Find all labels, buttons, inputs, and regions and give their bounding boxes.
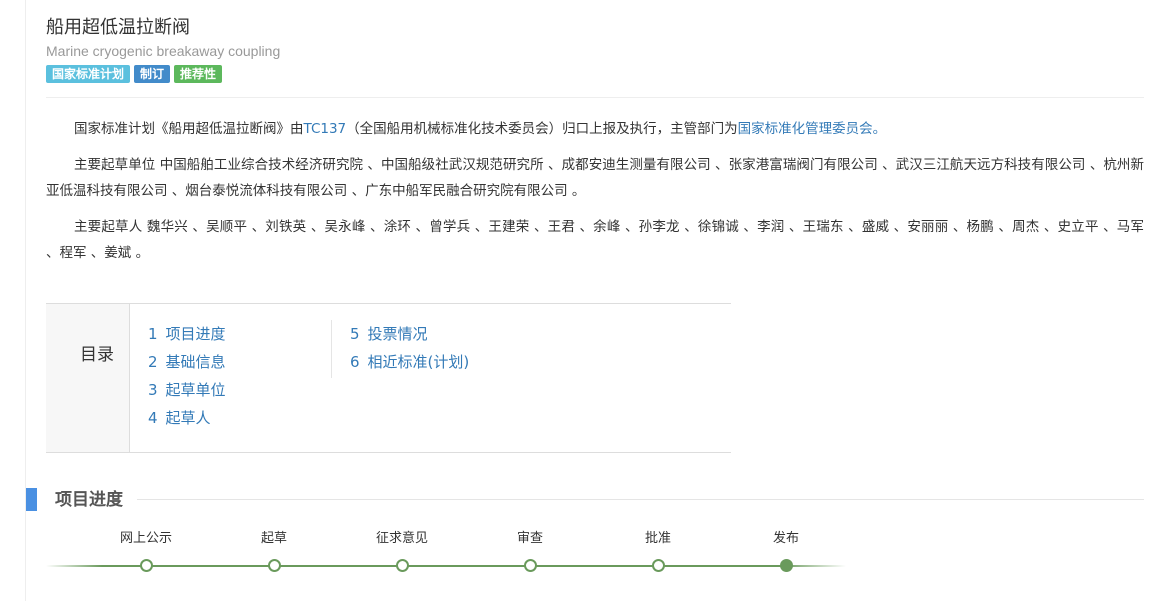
badge-recommended: 推荐性 xyxy=(174,65,223,83)
timeline-step-label: 网上公示 xyxy=(119,531,172,546)
toc-item-number: 3 xyxy=(148,381,158,399)
timeline-dot xyxy=(652,559,665,572)
table-of-contents: 目录 1 项目进度 2 基础信息 3 起草单位 4 起草人 5 投票情况 6 相近标准(计划… xyxy=(46,303,731,453)
toc-item-number: 1 xyxy=(148,325,158,343)
timeline-step-public: 网上公示 xyxy=(106,530,186,572)
timeline-dot-current xyxy=(780,559,793,572)
toc-label: 目录 xyxy=(80,345,114,365)
timeline-track xyxy=(46,565,846,567)
tc137-link[interactable]: TC137 xyxy=(304,121,347,137)
toc-item-label: 起草单位 xyxy=(165,381,226,399)
timeline-dot xyxy=(396,559,409,572)
timeline-dot xyxy=(268,559,281,572)
timeline-dot xyxy=(140,559,153,572)
timeline-step-label: 审查 xyxy=(516,531,543,546)
page: 船用超低温拉断阀 Marine cryogenic breakaway coup… xyxy=(0,0,1153,601)
badge-group: 国家标准计划 制订 推荐性 xyxy=(46,65,1144,83)
badge-national-plan: 国家标准计划 xyxy=(46,65,131,83)
drafters-paragraph: 主要起草人 魏华兴 、吴顺平 、刘铁英 、吴永峰 、涂环 、曾学兵 、王建荣 、… xyxy=(46,219,1144,261)
toc-item-number: 6 xyxy=(350,353,360,371)
intro-paragraph: 国家标准计划《船用超低温拉断阀》由TC137（全国船用机械标准化技术委员会）归口… xyxy=(46,116,1144,142)
toc-item-label: 起草人 xyxy=(165,409,211,427)
timeline-step-publish: 发布 xyxy=(746,530,826,572)
toc-item-number: 4 xyxy=(148,409,158,427)
timeline-step-draft: 起草 xyxy=(234,530,314,572)
timeline-step-approval: 批准 xyxy=(618,530,698,572)
toc-item-drafting-units[interactable]: 3 起草单位 xyxy=(148,376,330,404)
standard-description: 国家标准计划《船用超低温拉断阀》由TC137（全国船用机械标准化技术委员会）归口… xyxy=(46,116,1144,276)
toc-item-label: 相近标准(计划) xyxy=(367,353,470,371)
toc-item-basic-info[interactable]: 2 基础信息 xyxy=(148,348,330,376)
toc-column-2: 5 投票情况 6 相近标准(计划) xyxy=(331,320,469,378)
timeline-step-label: 批准 xyxy=(644,531,671,546)
section-title-progress: 项目进度 xyxy=(55,490,123,510)
page-title: 船用超低温拉断阀 xyxy=(46,17,190,38)
toc-item-drafters[interactable]: 4 起草人 xyxy=(148,404,330,432)
section-divider xyxy=(137,499,1144,500)
timeline-step-label: 发布 xyxy=(772,531,799,546)
toc-item-label: 项目进度 xyxy=(165,325,226,343)
toc-item-similar-standards[interactable]: 6 相近标准(计划) xyxy=(350,348,469,376)
section-accent-bar xyxy=(26,488,37,511)
timeline-step-comments: 征求意见 xyxy=(362,530,442,572)
department-link[interactable]: 国家标准化管理委员会 xyxy=(738,121,873,137)
toc-item-number: 2 xyxy=(148,353,158,371)
badge-formulation: 制订 xyxy=(134,65,171,83)
standard-header: 船用超低温拉断阀 Marine cryogenic breakaway coup… xyxy=(46,14,1144,83)
page-subtitle-english: Marine cryogenic breakaway coupling xyxy=(46,43,281,59)
toc-column-1: 1 项目进度 2 基础信息 3 起草单位 4 起草人 xyxy=(148,320,330,432)
intro-text-2: （全国船用机械标准化技术委员会）归口上报及执行，主管部门为 xyxy=(346,121,738,137)
timeline-dot xyxy=(524,559,537,572)
header-divider xyxy=(46,97,1144,98)
timeline-step-label: 征求意见 xyxy=(375,531,428,546)
toc-item-label: 基础信息 xyxy=(165,353,226,371)
intro-period: 。 xyxy=(872,121,887,137)
drafting-units-paragraph: 主要起草单位 中国船舶工业综合技术经济研究院 、中国船级社武汉规范研究所 、成都… xyxy=(46,157,1144,199)
toc-item-voting[interactable]: 5 投票情况 xyxy=(350,320,469,348)
toc-label-column: 目录 xyxy=(46,304,130,452)
toc-item-label: 投票情况 xyxy=(367,325,428,343)
toc-item-progress[interactable]: 1 项目进度 xyxy=(148,320,330,348)
toc-item-number: 5 xyxy=(350,325,360,343)
timeline-step-review: 审查 xyxy=(490,530,570,572)
timeline-step-label: 起草 xyxy=(260,531,287,546)
intro-text-1: 国家标准计划《船用超低温拉断阀》由 xyxy=(74,121,304,137)
progress-timeline: 网上公示 起草 征求意见 审查 批准 发布 xyxy=(46,530,846,580)
